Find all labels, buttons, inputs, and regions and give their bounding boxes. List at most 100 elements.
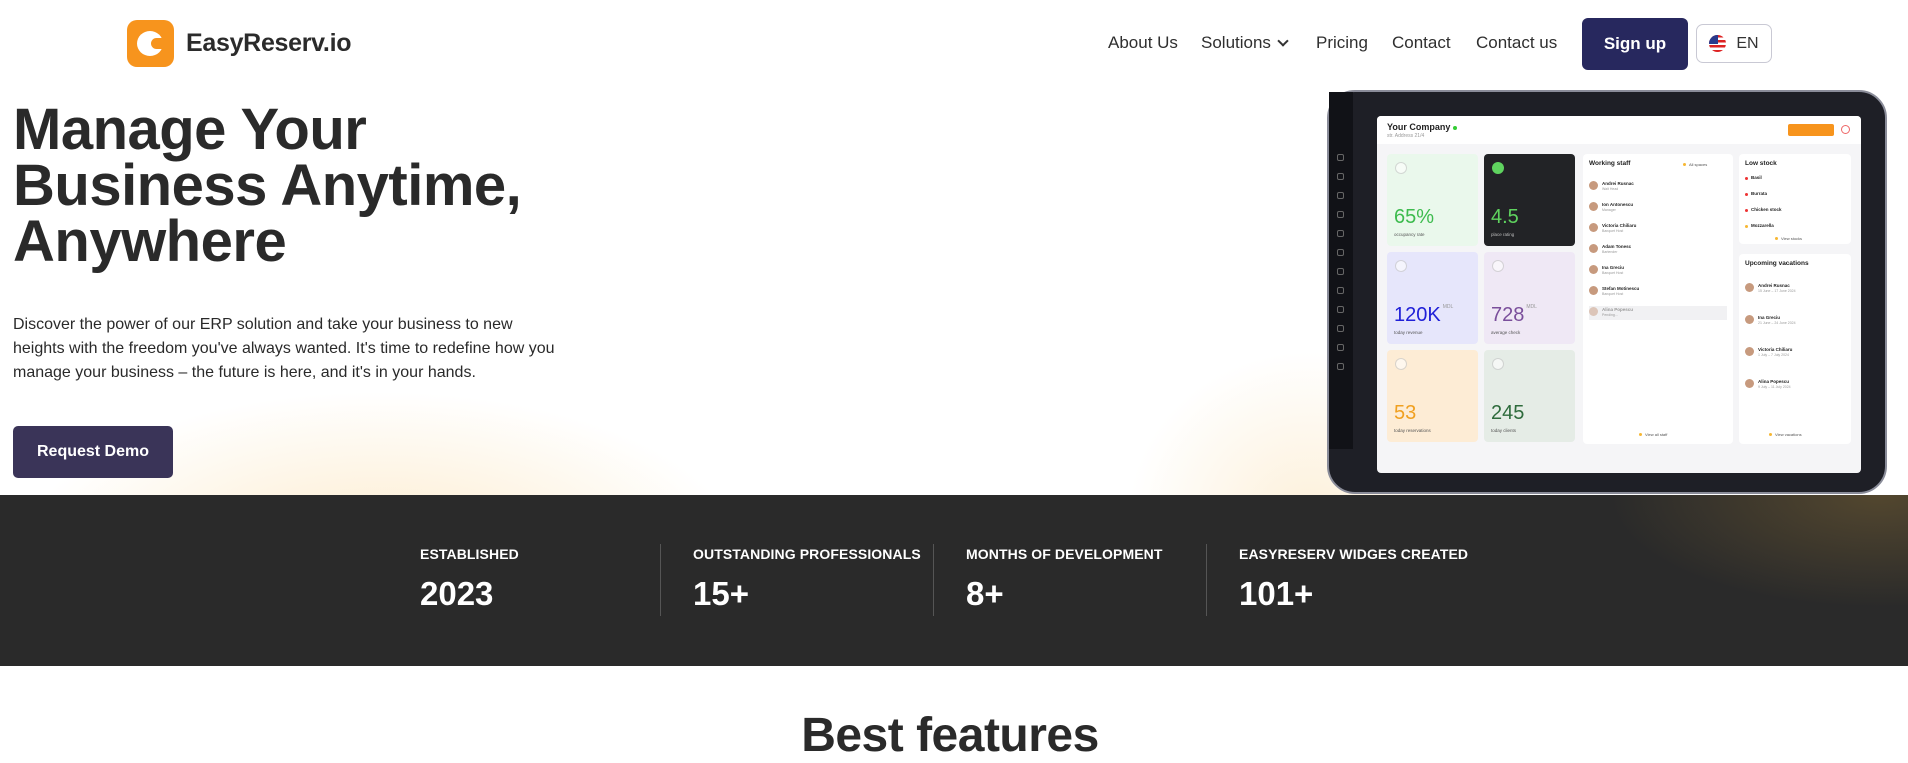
card-label: occupancy rate	[1394, 232, 1425, 237]
working-staff-panel: Working staff All spaces Andrei Rusnac Wa…	[1583, 154, 1733, 444]
logo-icon	[127, 20, 174, 67]
vacation-row: Alina Popescu 9 July – 11 July 2024	[1745, 378, 1845, 392]
card-label: today reservations	[1394, 428, 1431, 433]
dashboard-screen: Your Company str. Address 21/4 65% occup…	[1377, 116, 1861, 473]
card-label: today revenue	[1394, 330, 1423, 335]
low-stock-panel: Low stock Basil Burrata Chicken stock Mo…	[1739, 154, 1851, 244]
staff-row: Victoria Chiliaru Banquet Host	[1589, 222, 1727, 236]
stock-item: Chicken stock	[1745, 206, 1845, 220]
card-value: 245	[1491, 402, 1525, 424]
card-label: place rating	[1491, 232, 1515, 237]
card-label: today clients	[1491, 428, 1517, 433]
chevron-down-icon	[1277, 35, 1289, 47]
signup-button[interactable]: Sign up	[1582, 18, 1688, 70]
nav-pricing[interactable]: Pricing	[1316, 33, 1368, 53]
us-flag-icon	[1709, 35, 1727, 52]
stat-value: 2023	[420, 575, 494, 612]
stat-divider	[933, 544, 934, 616]
staff-row: Ion Antonescu Manager	[1589, 201, 1727, 215]
staff-row: Adam Tonesc Bartender	[1589, 243, 1727, 257]
card-value: 120K	[1394, 304, 1441, 326]
calendar-icon	[1395, 358, 1407, 370]
stat-value: 8+	[966, 575, 1004, 612]
view-vacations-link: View vacations	[1769, 432, 1802, 437]
view-all-staff-link: View all staff	[1639, 432, 1667, 437]
panel-title: Upcoming vacations	[1745, 260, 1809, 267]
stat-card-average-check: 728 MDL average check	[1484, 252, 1575, 344]
company-name: Your Company	[1387, 122, 1458, 132]
card-unit: MDL	[1442, 304, 1454, 310]
features-title: Best features	[801, 709, 1099, 762]
brand-name: EasyReserv.io	[186, 29, 352, 57]
company-address: str. Address 21/4	[1387, 133, 1425, 139]
nav-about-us[interactable]: About Us	[1108, 33, 1178, 53]
staff-filter: All spaces	[1683, 162, 1707, 167]
nav-solutions[interactable]: Solutions	[1201, 33, 1289, 53]
staff-row: Alina Popescu Pending...	[1589, 306, 1727, 320]
upcoming-vacations-panel: Upcoming vacations Andrei Rusnac 15 June …	[1739, 254, 1851, 444]
sidebar-nav-icon	[1337, 363, 1344, 370]
card-value: 4.5	[1491, 206, 1519, 228]
sidebar-nav-icon	[1337, 344, 1344, 351]
staff-row: Andrei Rusnac Wait Head	[1589, 180, 1727, 194]
tablet-mockup: Your Company str. Address 21/4 65% occup…	[1327, 90, 1887, 494]
stat-label: OUTSTANDING PROFESSIONALS	[693, 546, 921, 562]
hero-title-line-1: Manage Your	[13, 97, 367, 162]
staff-row: Stefan Motinescu Banquet Host	[1589, 285, 1727, 299]
hero-title-line-3: Anywhere	[13, 209, 287, 274]
brand-logo[interactable]: EasyReserv.io	[127, 20, 352, 67]
dashboard-header: Your Company str. Address 21/4	[1377, 116, 1861, 144]
notification-icon	[1841, 125, 1850, 134]
language-label: EN	[1736, 34, 1759, 52]
hero-title-line-2: Business Anytime,	[13, 153, 522, 218]
stock-item: Basil	[1745, 174, 1845, 188]
stock-item: Burrata	[1745, 190, 1845, 204]
view-stocks-link: View stocks	[1775, 236, 1802, 241]
stat-divider	[660, 544, 661, 616]
stat-label: MONTHS OF DEVELOPMENT	[966, 546, 1163, 562]
occupancy-icon	[1395, 162, 1407, 174]
language-selector[interactable]: EN	[1696, 24, 1772, 63]
sidebar-nav-icon	[1337, 287, 1344, 294]
receipt-icon	[1492, 260, 1504, 272]
panel-title: Low stock	[1745, 160, 1777, 167]
dashboard-sidebar	[1329, 92, 1353, 449]
hero-title: Manage Your Business Anytime, Anywhere	[13, 97, 522, 274]
stats-band: ESTABLISHED 2023 OUTSTANDING PROFESSIONA…	[0, 495, 1908, 666]
card-value: 728	[1491, 304, 1525, 326]
star-icon	[1492, 162, 1504, 174]
stock-item: Mozzarella	[1745, 222, 1845, 236]
vacation-row: Victoria Chiliaru 1 July – 7 July 2024	[1745, 346, 1845, 360]
status-dot-icon	[1453, 126, 1458, 130]
vacation-row: Andrei Rusnac 15 June – 17 June 2024	[1745, 282, 1845, 296]
stat-card-revenue: 120K MDL today revenue	[1387, 252, 1478, 344]
sidebar-nav-icon	[1337, 268, 1344, 275]
stat-card-occupancy: 65% occupancy rate	[1387, 154, 1478, 246]
sidebar-nav-icon	[1337, 211, 1344, 218]
nav-contact[interactable]: Contact	[1392, 33, 1451, 53]
vacation-row: Ina Greciu 21 June – 24 June 2024	[1745, 314, 1845, 328]
stat-label: ESTABLISHED	[420, 546, 519, 562]
sidebar-nav-icon	[1337, 306, 1344, 313]
stat-card-clients: 245 today clients	[1484, 350, 1575, 442]
stat-value: 101+	[1239, 575, 1314, 612]
nav-contact-us[interactable]: Contact us	[1476, 33, 1557, 53]
card-label: average check	[1491, 330, 1521, 335]
sidebar-nav-icon	[1337, 173, 1344, 180]
stat-value: 15+	[693, 575, 749, 612]
top-navbar: EasyReserv.io About Us Solutions Pricing…	[0, 0, 1908, 86]
wallet-icon	[1395, 260, 1407, 272]
sidebar-nav-icon	[1337, 325, 1344, 332]
staff-row: Ina Greciu Banquet Host	[1589, 264, 1727, 278]
dashboard-action-button	[1788, 124, 1834, 136]
panel-title: Working staff	[1589, 160, 1631, 167]
sidebar-nav-icon	[1337, 192, 1344, 199]
stat-divider	[1206, 544, 1207, 616]
card-value: 65%	[1394, 206, 1435, 228]
hero-description: Discover the power of our ERP solution a…	[13, 316, 555, 381]
card-value: 53	[1394, 402, 1417, 424]
card-unit: MDL	[1526, 304, 1537, 310]
people-icon	[1492, 358, 1504, 370]
request-demo-button[interactable]: Request Demo	[13, 426, 173, 478]
sidebar-nav-icon	[1337, 249, 1344, 256]
